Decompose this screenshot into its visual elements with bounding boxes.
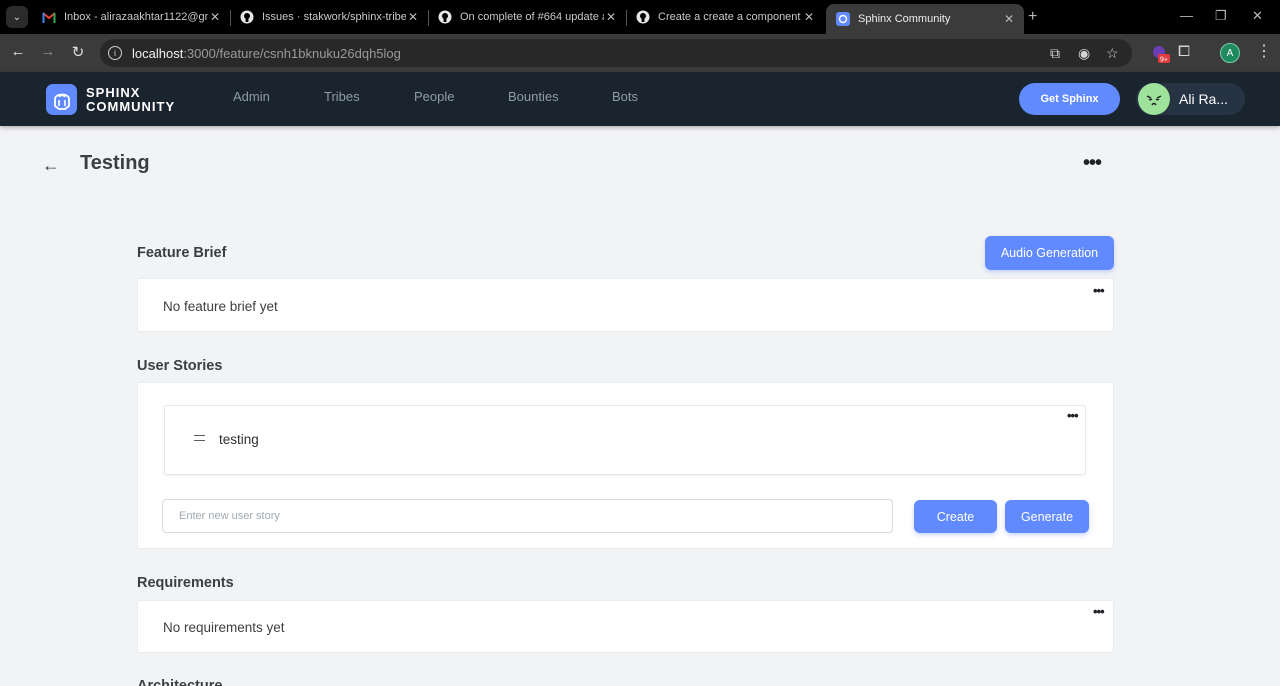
feature-brief-empty-text: No feature brief yet (163, 299, 278, 314)
eye-icon[interactable]: ◉ (1078, 45, 1090, 62)
requirements-more-icon[interactable]: ••• (1093, 604, 1105, 619)
user-story-text: testing (219, 432, 259, 447)
close-tab-icon[interactable]: ✕ (406, 10, 420, 24)
address-bar[interactable]: i localhost:3000/feature/csnh1bknuku26dq… (100, 39, 1132, 67)
user-name: Ali Ra... (1179, 91, 1229, 107)
architecture-title: Architecture (137, 678, 223, 686)
nav-bots[interactable]: Bots (612, 89, 638, 104)
user-menu[interactable]: Ali Ra... (1136, 83, 1245, 115)
logo-wordmark[interactable]: SPHINX COMMUNITY (86, 86, 175, 114)
minimize-icon[interactable]: — (1180, 8, 1193, 23)
extension-badge-count: 9+ (1160, 57, 1168, 64)
browser-tab-github-issues[interactable]: Issues · stakwork/sphinx-tribes ✕ (230, 3, 428, 31)
sphinx-icon (836, 12, 850, 26)
nav-admin[interactable]: Admin (233, 89, 270, 104)
github-icon (438, 10, 452, 24)
url-host: localhost (132, 45, 184, 61)
drag-handle-icon[interactable] (194, 435, 205, 441)
browser-tab-github-pr[interactable]: On complete of #664 update a ✕ (428, 3, 626, 31)
site-info-icon[interactable]: i (108, 46, 122, 60)
close-tab-icon[interactable]: ✕ (1002, 12, 1016, 26)
browser-tab-sphinx-community[interactable]: Sphinx Community ✕ (826, 4, 1024, 34)
extensions-puzzle-icon[interactable]: ⧠ (1178, 43, 1190, 60)
close-tab-icon[interactable]: ✕ (604, 10, 618, 24)
tab-search-chevron-icon[interactable]: ⌄ (6, 6, 28, 28)
reload-icon[interactable]: ↻ (68, 43, 88, 61)
audio-generation-button[interactable]: Audio Generation (985, 236, 1114, 270)
install-app-icon[interactable]: ⧉ (1050, 45, 1060, 62)
close-tab-icon[interactable]: ✕ (208, 10, 222, 24)
feature-brief-title: Feature Brief (137, 245, 227, 261)
new-tab-icon[interactable]: + (1028, 8, 1037, 26)
user-story-item[interactable]: testing ••• (164, 405, 1086, 475)
new-user-story-input[interactable] (162, 499, 893, 533)
feature-brief-card: ••• No feature brief yet (137, 278, 1114, 332)
get-sphinx-button[interactable]: Get Sphinx (1019, 83, 1120, 115)
tab-title: Inbox - alirazaakhtar1122@gm (64, 11, 208, 23)
requirements-title: Requirements (137, 575, 234, 591)
browser-tab-gmail[interactable]: Inbox - alirazaakhtar1122@gm ✕ (32, 3, 230, 31)
logo-line-2: COMMUNITY (86, 99, 176, 114)
browser-menu-icon[interactable]: ⋮ (1256, 44, 1272, 60)
tab-title: Create a create a component 'f (658, 11, 802, 23)
url-path: :3000/feature/csnh1bknuku26dqh5log (183, 45, 401, 61)
back-icon[interactable]: ← (8, 43, 28, 60)
feature-brief-more-icon[interactable]: ••• (1093, 283, 1105, 298)
back-arrow-icon[interactable]: ← (42, 155, 60, 176)
nav-tribes[interactable]: Tribes (324, 89, 360, 104)
gmail-icon (42, 10, 56, 24)
nav-bounties[interactable]: Bounties (508, 89, 559, 104)
tab-title: On complete of #664 update a (460, 11, 604, 23)
close-tab-icon[interactable]: ✕ (802, 10, 816, 24)
bookmark-star-icon[interactable]: ☆ (1106, 45, 1119, 62)
browser-profile-avatar[interactable]: A (1220, 43, 1240, 63)
github-icon (636, 10, 650, 24)
create-story-button[interactable]: Create (914, 500, 997, 533)
tab-title: Issues · stakwork/sphinx-tribes (262, 11, 406, 23)
browser-tab-strip: ⌄ Inbox - alirazaakhtar1122@gm ✕ Issues … (0, 0, 1280, 34)
generate-story-button[interactable]: Generate (1005, 500, 1089, 533)
browser-toolbar: ← → ↻ i localhost:3000/feature/csnh1bknu… (0, 34, 1280, 72)
forward-icon[interactable]: → (38, 43, 58, 60)
nav-people[interactable]: People (414, 89, 454, 104)
requirements-empty-text: No requirements yet (163, 620, 285, 635)
sphinx-logo-icon[interactable] (46, 84, 77, 115)
user-avatar (1138, 83, 1170, 115)
user-story-more-icon[interactable]: ••• (1067, 408, 1079, 423)
requirements-card: ••• No requirements yet (137, 600, 1114, 653)
user-stories-title: User Stories (137, 358, 223, 374)
close-window-icon[interactable]: ✕ (1252, 8, 1263, 24)
page-more-options-icon[interactable]: ••• (1083, 152, 1102, 175)
extension-icon[interactable]: 9+ (1152, 45, 1170, 63)
page-title: Testing (80, 152, 150, 174)
tab-title: Sphinx Community (858, 13, 951, 25)
logo-line-1: SPHINX (86, 85, 141, 100)
browser-tab-github-component[interactable]: Create a create a component 'f ✕ (626, 3, 824, 31)
github-icon (240, 10, 254, 24)
maximize-icon[interactable]: ❐ (1215, 8, 1227, 24)
